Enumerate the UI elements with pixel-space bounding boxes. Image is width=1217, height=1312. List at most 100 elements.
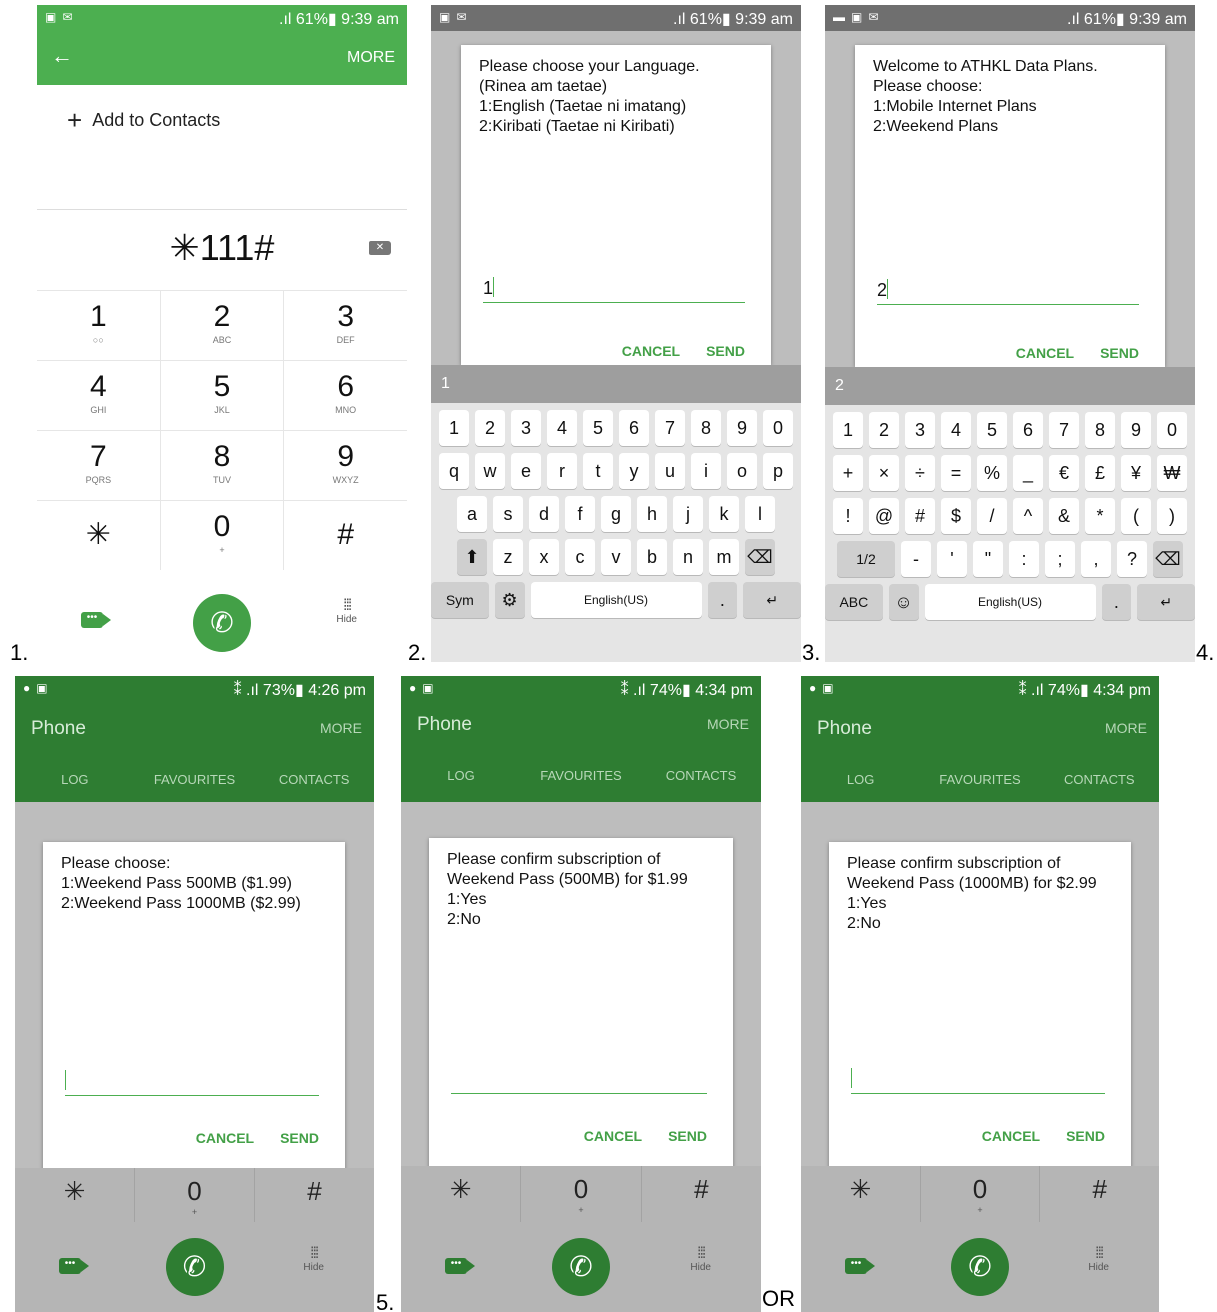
keyboard-key[interactable]: l (745, 496, 775, 532)
keyboard-key[interactable]: a (457, 496, 487, 532)
more-button[interactable]: MORE (347, 49, 395, 67)
add-to-contacts-button[interactable]: + Add to Contacts (67, 105, 220, 136)
call-button[interactable]: ✆ (552, 1238, 610, 1296)
key-7[interactable]: 7 PQRS (37, 431, 160, 500)
tab-favourites[interactable]: FAVOURITES (920, 772, 1039, 787)
keyboard-key[interactable]: 6 (619, 410, 649, 446)
keyboard-key[interactable]: x (529, 539, 559, 575)
keyboard-key[interactable]: c (565, 539, 595, 575)
key-6[interactable]: 6 MNO (283, 361, 407, 430)
key-9[interactable]: 9 WXYZ (283, 431, 407, 500)
more-button[interactable]: MORE (1105, 720, 1147, 736)
keyboard-key[interactable]: z (493, 539, 523, 575)
video-call-icon[interactable]: ••• (445, 1258, 475, 1274)
keyboard-key[interactable]: f (565, 496, 595, 532)
key-0[interactable]: 0 + (159, 501, 284, 570)
emoji-icon[interactable]: ☺ (888, 584, 919, 620)
symbol-key[interactable]: ) (1157, 498, 1187, 534)
symbol-key[interactable]: % (977, 455, 1007, 491)
ussd-input[interactable] (451, 1068, 707, 1094)
symbol-key[interactable]: 1 (833, 412, 863, 448)
symbol-key[interactable]: 4 (941, 412, 971, 448)
keyboard-key[interactable]: y (619, 453, 649, 489)
video-call-icon[interactable]: ••• (81, 612, 111, 628)
keyboard-key[interactable]: 1 (439, 410, 469, 446)
key-star[interactable]: ✳ (401, 1166, 520, 1222)
video-call-icon[interactable]: ••• (59, 1258, 89, 1274)
key-hash[interactable]: # (1039, 1166, 1159, 1222)
symbol-key[interactable]: ? (1117, 541, 1147, 577)
tab-contacts[interactable]: CONTACTS (1040, 772, 1159, 787)
period-key[interactable]: . (707, 582, 738, 618)
key-hash[interactable]: # (254, 1168, 374, 1224)
tab-log[interactable]: LOG (15, 772, 135, 787)
key-0[interactable]: 0 + (134, 1168, 254, 1224)
keyboard-key[interactable]: k (709, 496, 739, 532)
symbol-key[interactable]: ' (937, 541, 967, 577)
symbol-key[interactable]: ^ (1013, 498, 1043, 534)
more-button[interactable]: MORE (707, 716, 749, 732)
keyboard-key[interactable]: p (763, 453, 793, 489)
period-key[interactable]: . (1101, 584, 1132, 620)
call-button[interactable]: ✆ (951, 1238, 1009, 1296)
key-4[interactable]: 4 GHI (37, 361, 160, 430)
send-button[interactable]: SEND (1066, 1128, 1105, 1144)
key-8[interactable]: 8 TUV (159, 431, 284, 500)
keyboard-key[interactable]: 2 (475, 410, 505, 446)
send-button[interactable]: SEND (668, 1128, 707, 1144)
enter-key-icon[interactable]: ↵ (1137, 584, 1195, 620)
cancel-button[interactable]: CANCEL (622, 343, 680, 359)
keyboard-key[interactable]: 8 (691, 410, 721, 446)
keyboard-key[interactable]: ⬆ (457, 539, 487, 575)
keyboard-key[interactable]: 7 (655, 410, 685, 446)
symbol-key[interactable]: 3 (905, 412, 935, 448)
keyboard-key[interactable]: q (439, 453, 469, 489)
keyboard-key[interactable]: j (673, 496, 703, 532)
space-key[interactable]: English(US) (530, 582, 702, 618)
sym-key[interactable]: Sym (431, 582, 489, 618)
tab-contacts[interactable]: CONTACTS (641, 768, 761, 783)
keyboard-key[interactable]: 5 (583, 410, 613, 446)
keyboard-key[interactable]: ⌫ (745, 539, 775, 575)
ussd-input[interactable] (65, 1070, 319, 1096)
key-3[interactable]: 3 DEF (283, 291, 407, 360)
keyboard-key[interactable]: 9 (727, 410, 757, 446)
settings-gear-icon[interactable]: ⚙ (494, 582, 525, 618)
keyboard-key[interactable]: 0 (763, 410, 793, 446)
keyboard-key[interactable]: o (727, 453, 757, 489)
symbol-key[interactable]: * (1085, 498, 1115, 534)
symbol-key[interactable]: ⌫ (1153, 541, 1183, 577)
tab-log[interactable]: LOG (801, 772, 920, 787)
hide-keypad-button[interactable]: ⁞⁞⁞ Hide (690, 1246, 711, 1274)
keyboard-key[interactable]: r (547, 453, 577, 489)
back-arrow-icon[interactable]: ← (51, 43, 73, 69)
key-0[interactable]: 0 + (919, 1166, 1040, 1222)
symbol-key[interactable]: " (973, 541, 1003, 577)
key-5[interactable]: 5 JKL (159, 361, 284, 430)
symbol-key[interactable]: + (833, 455, 863, 491)
keyboard-key[interactable]: 3 (511, 410, 541, 446)
call-button[interactable]: ✆ (165, 1238, 224, 1296)
symbol-key[interactable]: × (869, 455, 899, 491)
video-call-icon[interactable]: ••• (845, 1258, 875, 1274)
keyboard-key[interactable]: 4 (547, 410, 577, 446)
symbol-key[interactable]: ( (1121, 498, 1151, 534)
call-button[interactable]: ✆ (193, 594, 251, 652)
hide-keypad-button[interactable]: ⁞⁞⁞ Hide (1088, 1246, 1109, 1274)
key-hash[interactable]: # (283, 501, 407, 570)
symbol-key[interactable]: 7 (1049, 412, 1079, 448)
keyboard-key[interactable]: m (709, 539, 739, 575)
send-button[interactable]: SEND (1100, 345, 1139, 361)
symbol-key[interactable]: , (1081, 541, 1111, 577)
key-hash[interactable]: # (640, 1166, 761, 1222)
symbol-key[interactable]: £ (1085, 455, 1115, 491)
symbol-key[interactable]: _ (1013, 455, 1043, 491)
tab-log[interactable]: LOG (401, 768, 521, 783)
keyboard-key[interactable]: d (529, 496, 559, 532)
keyboard-key[interactable]: t (583, 453, 613, 489)
key-star[interactable]: ✳ (801, 1166, 920, 1222)
ussd-input[interactable]: 2 (877, 279, 1139, 305)
ussd-input[interactable] (851, 1068, 1105, 1094)
keyboard-key[interactable]: h (637, 496, 667, 532)
tab-contacts[interactable]: CONTACTS (254, 772, 374, 787)
